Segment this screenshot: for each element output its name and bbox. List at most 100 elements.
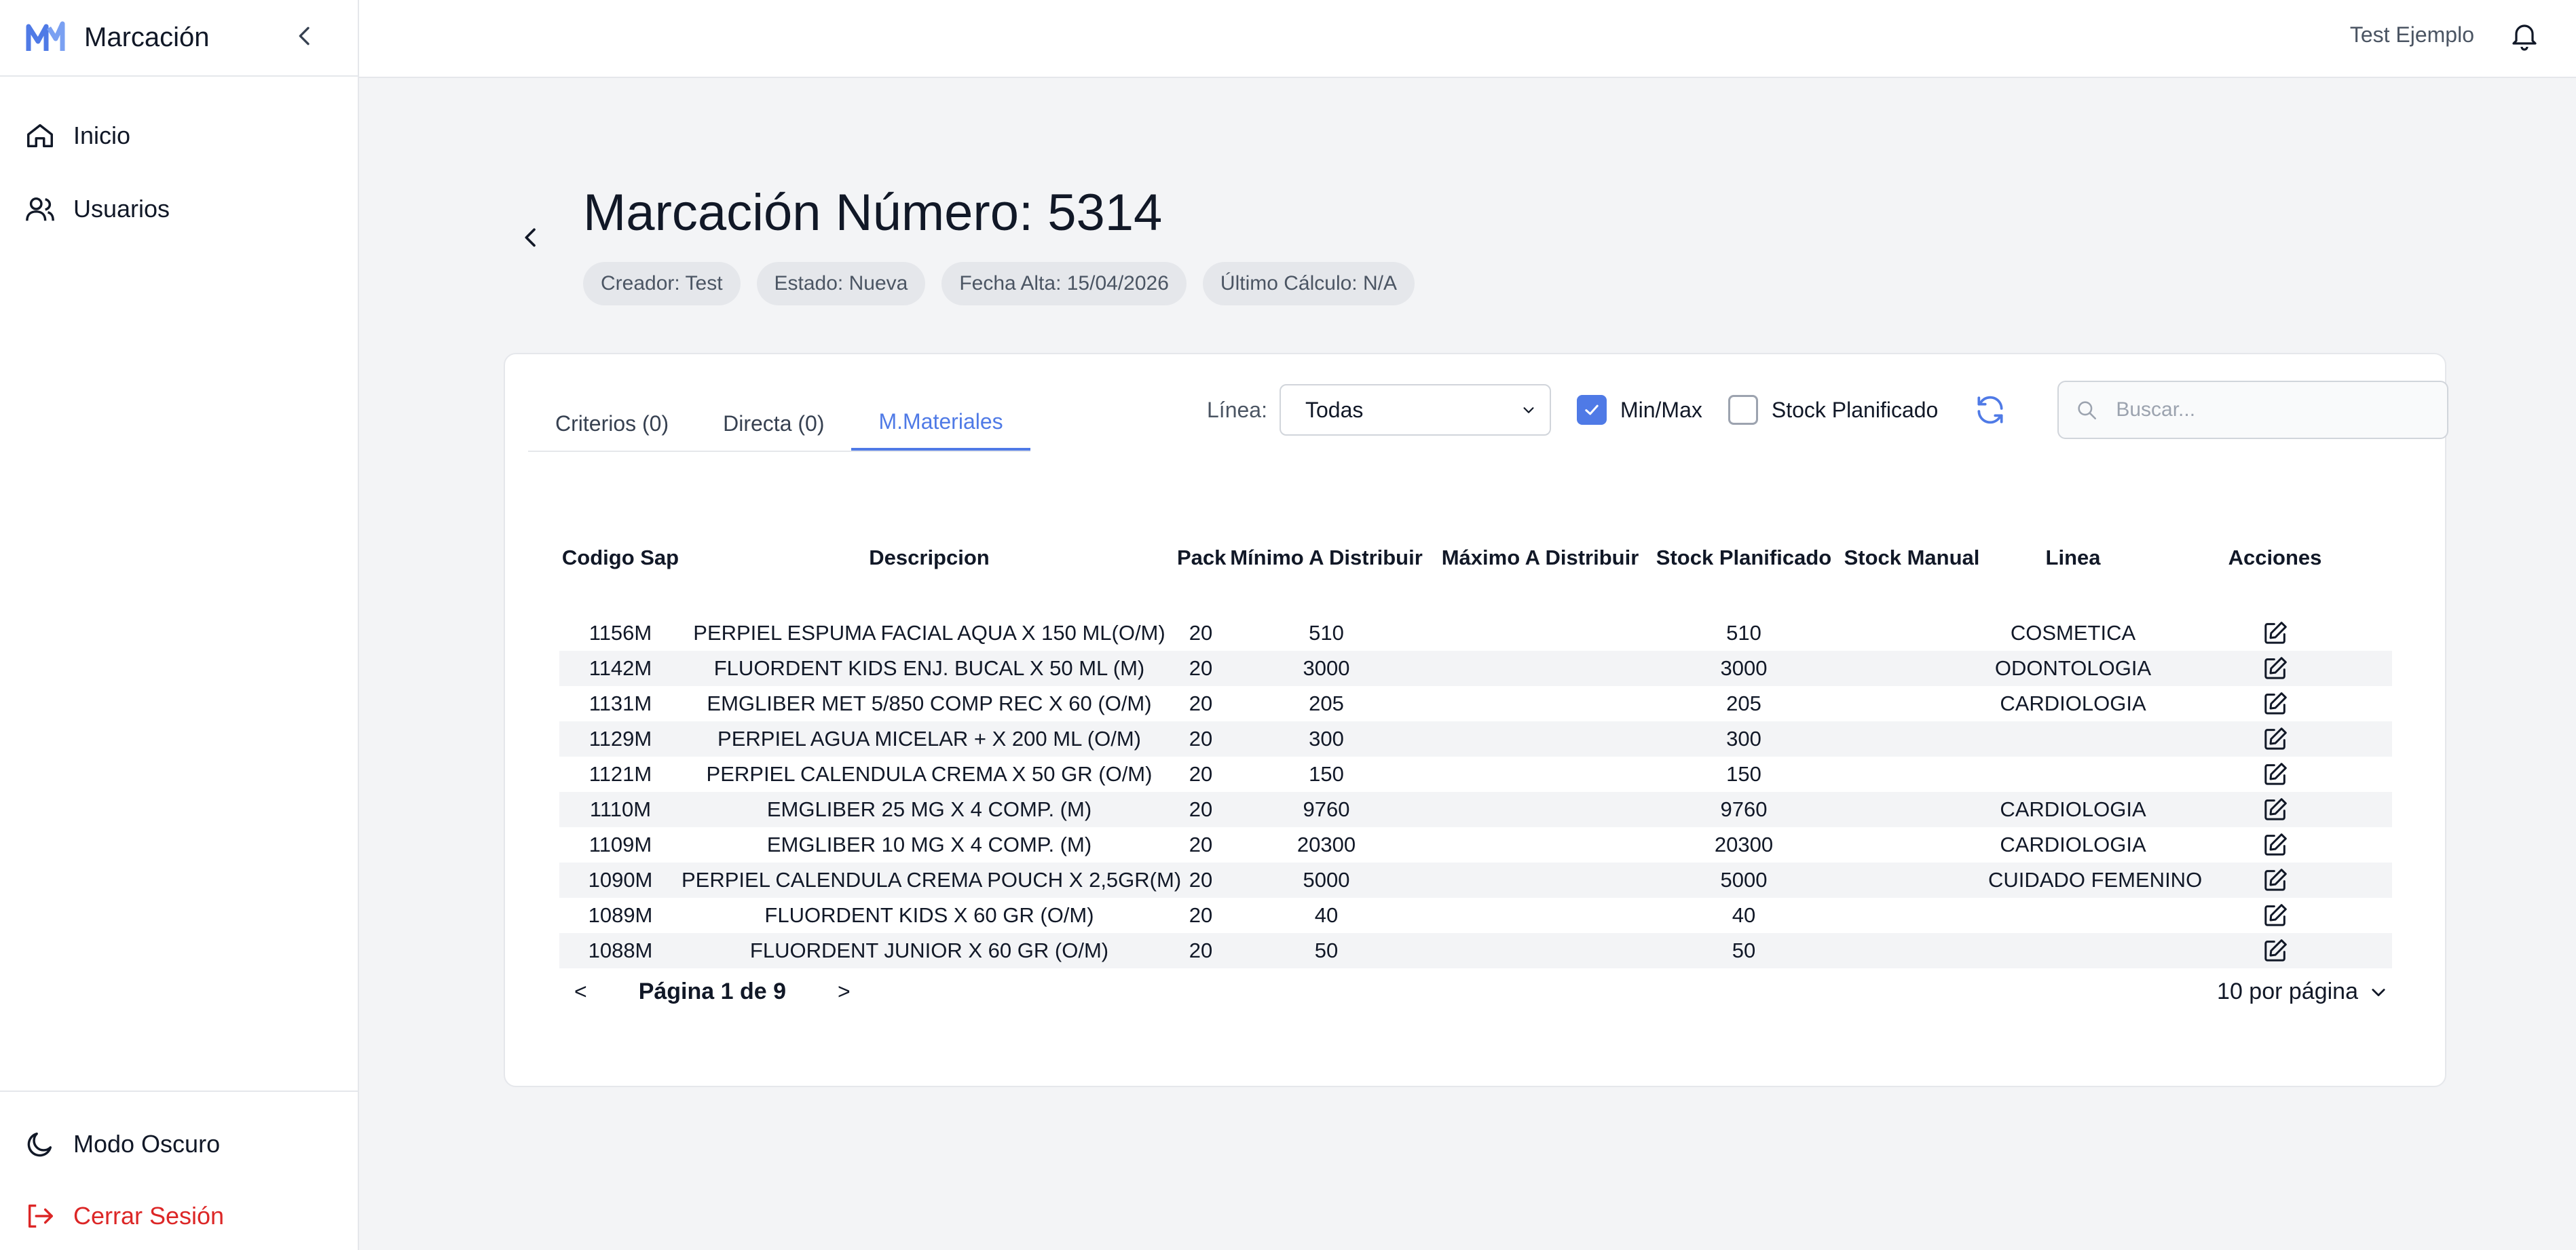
header-minimo: Mínimo A Distribuir: [1230, 546, 1423, 569]
cell-acciones: [2158, 937, 2392, 964]
edit-icon[interactable]: [2262, 796, 2289, 823]
filters-bar: Línea: Todas Min/Max Stock Planificado: [1207, 381, 2449, 439]
sidebar-item-usuarios[interactable]: Usuarios: [0, 191, 358, 227]
cell-stock-planificado: 205: [1726, 692, 1761, 715]
edit-icon[interactable]: [2262, 620, 2289, 647]
per-page-select[interactable]: 10 por página: [2217, 979, 2388, 1005]
tab-criterios[interactable]: Criterios (0): [528, 388, 696, 451]
cell-pack: 20: [1189, 692, 1213, 715]
stock-planificado-checkbox[interactable]: [1728, 395, 1758, 425]
search-icon: [2078, 401, 2097, 420]
materials-table: Codigo Sap Descripcion Pack Mínimo A Dis…: [559, 527, 2392, 968]
cell-codigo-sap: 1089M: [588, 903, 653, 927]
cell-pack: 20: [1189, 833, 1213, 856]
info-chips: Creador: Test Estado: Nueva Fecha Alta: …: [583, 262, 1415, 305]
next-page-button[interactable]: >: [838, 979, 851, 1004]
cell-codigo-sap: 1088M: [588, 939, 653, 962]
cell-minimo: 3000: [1303, 656, 1350, 680]
cell-pack: 20: [1189, 656, 1213, 680]
cell-descripcion: EMGLIBER MET 5/850 COMP REC X 60 (O/M): [707, 692, 1152, 715]
refresh-icon[interactable]: [1973, 393, 2007, 427]
edit-icon[interactable]: [2262, 937, 2289, 964]
tab-directa[interactable]: Directa (0): [696, 388, 851, 451]
user-name[interactable]: Test Ejemplo: [2350, 22, 2474, 48]
edit-icon[interactable]: [2262, 761, 2289, 788]
sidebar-item-label: Inicio: [73, 121, 131, 149]
edit-icon[interactable]: [2262, 902, 2289, 929]
back-icon[interactable]: [517, 224, 544, 251]
table-row: 1156M PERPIEL ESPUMA FACIAL AQUA X 150 ML…: [559, 615, 2392, 651]
app-logo: [26, 21, 65, 51]
sidebar-header: Marcación: [0, 0, 358, 77]
cell-stock-planificado: 50: [1732, 939, 1756, 962]
cell-pack: 20: [1189, 903, 1213, 927]
sidebar-item-label: Usuarios: [73, 195, 170, 223]
linea-select[interactable]: Todas: [1279, 384, 1551, 436]
table-body: 1156M PERPIEL ESPUMA FACIAL AQUA X 150 ML…: [559, 615, 2392, 968]
logout-button[interactable]: Cerrar Sesión: [0, 1198, 358, 1234]
linea-label: Línea:: [1207, 397, 1267, 422]
edit-icon[interactable]: [2262, 690, 2289, 717]
edit-icon[interactable]: [2262, 655, 2289, 682]
cell-pack: 20: [1189, 762, 1213, 786]
table-row: 1121M PERPIEL CALENDULA CREMA X 50 GR (O/…: [559, 757, 2392, 792]
cell-linea: CARDIOLOGIA: [2000, 797, 2146, 821]
cell-stock-planificado: 5000: [1720, 868, 1768, 892]
cell-descripcion: EMGLIBER 25 MG X 4 COMP. (M): [766, 797, 1092, 821]
sidebar: Marcación Inicio Usuarios Modo Oscuro Ce…: [0, 0, 359, 1250]
minmax-checkbox[interactable]: [1576, 395, 1607, 425]
dark-mode-toggle[interactable]: Modo Oscuro: [0, 1126, 358, 1162]
cell-acciones: [2158, 796, 2392, 823]
edit-icon[interactable]: [2262, 867, 2289, 894]
cell-minimo: 40: [1314, 903, 1339, 927]
cell-minimo: 50: [1314, 939, 1339, 962]
cell-stock-planificado: 3000: [1720, 656, 1768, 680]
table-row: 1131M EMGLIBER MET 5/850 COMP REC X 60 (O…: [559, 686, 2392, 721]
edit-icon[interactable]: [2262, 725, 2289, 753]
stock-planificado-label: Stock Planificado: [1771, 397, 1939, 422]
search-input[interactable]: [2114, 398, 2430, 422]
header-stock-manual: Stock Manual: [1844, 546, 1980, 569]
topbar: Test Ejemplo: [359, 0, 2576, 78]
app-title: Marcación: [84, 22, 210, 52]
logout-label: Cerrar Sesión: [73, 1202, 225, 1230]
chip-date: Fecha Alta: 15/04/2026: [941, 262, 1187, 305]
header-descripcion: Descripcion: [869, 546, 990, 569]
table-row: 1110M EMGLIBER 25 MG X 4 COMP. (M) 20 9760 9…: [559, 792, 2392, 827]
cell-acciones: [2158, 690, 2392, 717]
pagination: < Página 1 de 9 >: [574, 979, 851, 1005]
cell-codigo-sap: 1090M: [588, 868, 653, 892]
cell-stock-planificado: 9760: [1720, 797, 1768, 821]
cell-codigo-sap: 1156M: [589, 621, 652, 645]
cell-linea: COSMETICA: [2010, 621, 2136, 645]
edit-icon[interactable]: [2262, 831, 2289, 858]
cell-descripcion: PERPIEL CALENDULA CREMA X 50 GR (O/M): [706, 762, 1153, 786]
table-row: 1090M PERPIEL CALENDULA CREMA POUCH X 2,5…: [559, 863, 2392, 898]
page-info: Página 1 de 9: [638, 979, 787, 1004]
app-root: Marcación Inicio Usuarios Modo Oscuro Ce…: [0, 0, 2576, 1250]
table-row: 1088M FLUORDENT JUNIOR X 60 GR (O/M) 20 50 5…: [559, 933, 2392, 968]
cell-descripcion: FLUORDENT KIDS ENJ. BUCAL X 50 ML (M): [713, 656, 1145, 680]
cell-acciones: [2158, 620, 2392, 647]
collapse-sidebar-icon[interactable]: [291, 22, 318, 50]
logout-icon: [28, 1204, 53, 1228]
header-codigo-sap: Codigo Sap: [561, 546, 679, 569]
cell-pack: 20: [1189, 797, 1213, 821]
cell-stock-planificado: 20300: [1714, 833, 1774, 856]
cell-pack: 20: [1189, 868, 1213, 892]
cell-acciones: [2158, 867, 2392, 894]
linea-select-value: Todas: [1305, 397, 1364, 422]
bell-icon[interactable]: [2508, 19, 2541, 52]
chevron-down-icon: [2372, 988, 2385, 996]
table-row: 1109M EMGLIBER 10 MG X 4 COMP. (M) 20 20300…: [559, 827, 2392, 863]
chip-creator: Creador: Test: [583, 262, 741, 305]
check-icon: [1585, 404, 1599, 415]
sidebar-item-inicio[interactable]: Inicio: [0, 117, 358, 154]
cell-acciones: [2158, 902, 2392, 929]
cell-minimo: 300: [1309, 727, 1344, 751]
header-maximo: Máximo A Distribuir: [1441, 546, 1639, 569]
prev-page-button[interactable]: <: [574, 979, 587, 1004]
tab-materiales[interactable]: M.Materiales: [851, 388, 1030, 451]
cell-descripcion: FLUORDENT KIDS X 60 GR (O/M): [764, 903, 1094, 927]
cell-descripcion: EMGLIBER 10 MG X 4 COMP. (M): [766, 833, 1092, 856]
